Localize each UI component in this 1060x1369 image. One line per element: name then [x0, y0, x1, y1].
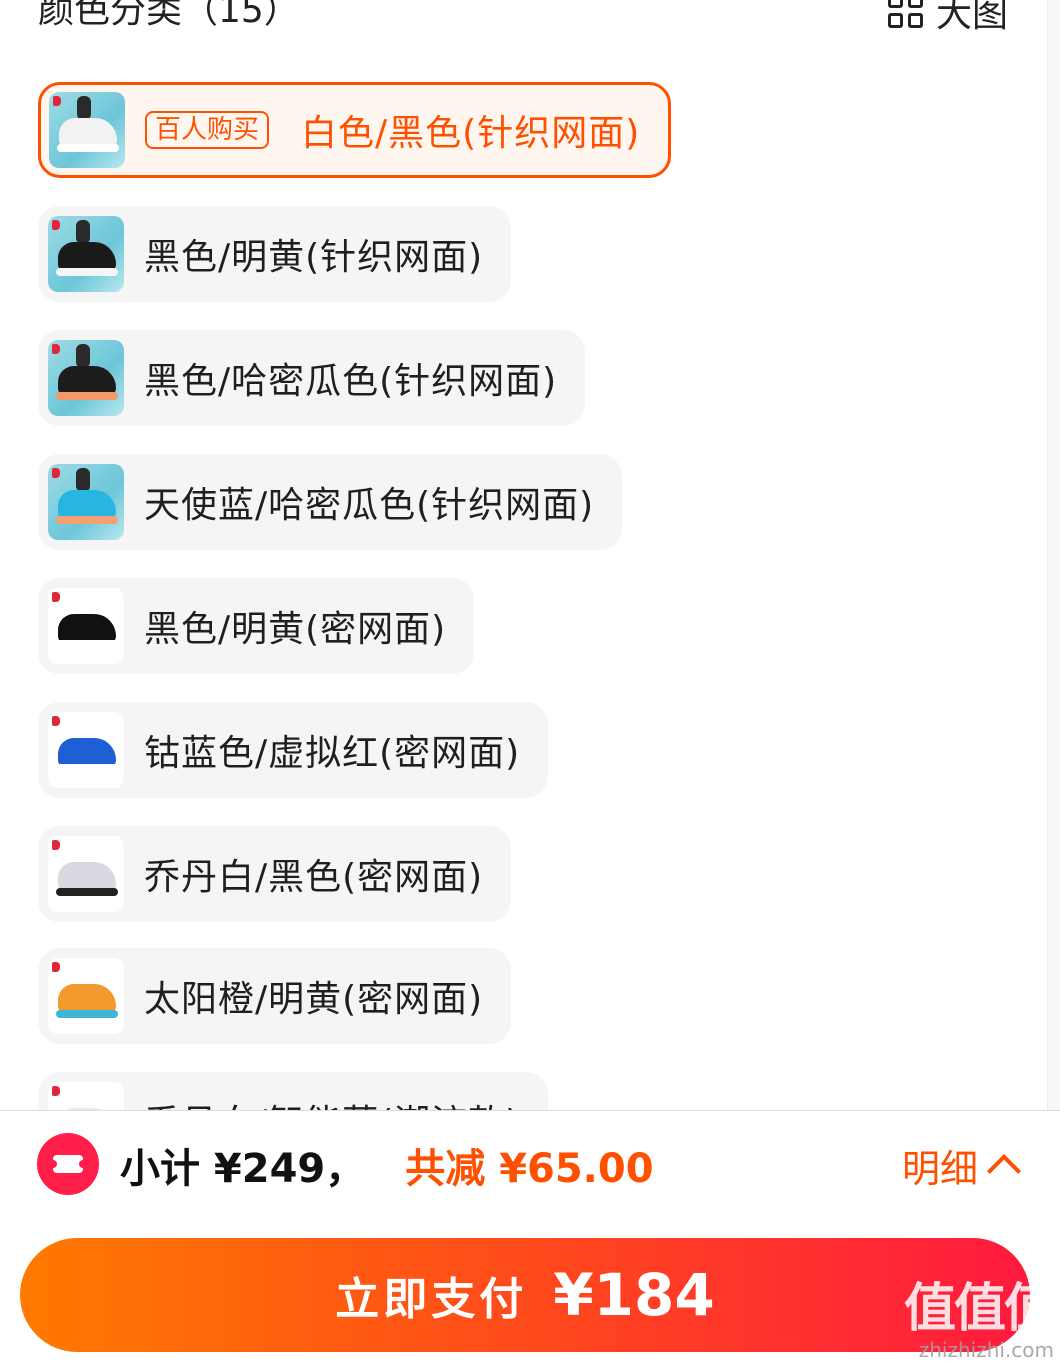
- brand-logo-icon: [52, 1086, 60, 1096]
- option-label: 黑色/哈密瓜色(针织网面): [144, 361, 558, 402]
- option-thumbnail: [48, 588, 124, 664]
- option-thumbnail: [48, 836, 124, 912]
- shoe-sole-icon: [56, 268, 118, 276]
- site-watermark: 值值值 zhizhizhi.com: [904, 1279, 1056, 1362]
- shoe-sole-icon: [56, 764, 118, 772]
- color-option[interactable]: 黑色/明黄(密网面): [38, 578, 475, 674]
- option-label: 黑色/明黄(针织网面): [144, 237, 484, 278]
- brand-logo-icon: [52, 962, 60, 972]
- price-detail-toggle[interactable]: 明细: [901, 1138, 1021, 1192]
- option-label: 天使蓝/哈密瓜色(针织网面): [144, 485, 595, 526]
- brand-logo-icon: [52, 220, 60, 230]
- color-option[interactable]: 黑色/哈密瓜色(针织网面): [38, 330, 586, 426]
- color-option[interactable]: 太阳橙/明黄(密网面): [38, 948, 512, 1044]
- watermark-logo: 值值值: [904, 1279, 1056, 1339]
- hand-icon: [76, 468, 90, 492]
- large-image-toggle[interactable]: 大图: [886, 0, 1008, 36]
- option-label: 黑色/明黄(密网面): [144, 609, 447, 650]
- hand-icon: [77, 96, 91, 120]
- brand-logo-icon: [52, 344, 60, 354]
- detail-label: 明细: [901, 1146, 978, 1191]
- pay-now-button[interactable]: 立即支付 ¥184: [20, 1238, 1030, 1352]
- option-thumbnail: [48, 216, 124, 292]
- option-thumbnail: [48, 340, 124, 416]
- subtotal-text: 小计 ¥249，: [120, 1146, 366, 1192]
- option-thumbnail: [49, 92, 125, 168]
- color-option[interactable]: 天使蓝/哈密瓜色(针织网面): [38, 454, 623, 550]
- pay-button-label: 立即支付: [335, 1274, 528, 1325]
- watermark-url: zhizhizhi.com: [918, 1338, 1054, 1362]
- scroll-edge: [1047, 0, 1060, 1110]
- brand-logo-icon: [52, 468, 60, 478]
- shoe-sole-icon: [57, 144, 119, 152]
- shoe-sole-icon: [56, 516, 118, 524]
- color-option[interactable]: 百人购买 白色/黑色(针织网面): [38, 82, 672, 178]
- option-label: 钴蓝色/虚拟红(密网面): [144, 733, 521, 774]
- shoe-sole-icon: [56, 392, 118, 400]
- color-option[interactable]: 黑色/明黄(针织网面): [38, 206, 512, 302]
- color-option[interactable]: 乔丹白/黑色(密网面): [38, 826, 512, 922]
- grid-view-icon: [886, 0, 926, 31]
- color-option[interactable]: 钴蓝色/虚拟红(密网面): [38, 702, 549, 798]
- option-label: 太阳橙/明黄(密网面): [144, 979, 484, 1020]
- option-thumbnail: [48, 958, 124, 1034]
- shoe-sole-icon: [56, 888, 118, 896]
- sku-selector-panel: 颜色分类（15） 大图 百人购买 白色/黑色(针织网面) 黑色/明黄(针织网面)…: [0, 0, 1060, 1369]
- brand-logo-icon: [53, 96, 61, 106]
- pay-amount: ¥184: [553, 1261, 715, 1329]
- price-summary: 小计 ¥249， 共减 ¥65.00: [120, 1138, 654, 1192]
- brand-logo-icon: [52, 840, 60, 850]
- hand-icon: [76, 344, 90, 368]
- coupon-ticket-icon: [37, 1133, 99, 1195]
- popular-badge: 百人购买: [145, 111, 270, 149]
- discount-text: 共减 ¥65.00: [405, 1146, 654, 1192]
- brand-logo-icon: [52, 716, 60, 726]
- brand-logo-icon: [52, 592, 60, 602]
- option-thumbnail: [48, 712, 124, 788]
- chevron-up-icon: [987, 1154, 1021, 1188]
- shoe-sole-icon: [56, 640, 118, 648]
- color-category-title: 颜色分类（15）: [38, 0, 300, 31]
- option-label: 乔丹白/黑色(密网面): [144, 857, 484, 898]
- large-image-toggle-label: 大图: [935, 0, 1008, 35]
- shoe-sole-icon: [56, 1010, 118, 1018]
- hand-icon: [76, 220, 90, 244]
- option-thumbnail: [48, 464, 124, 540]
- option-label: 白色/黑色(针织网面): [301, 113, 641, 154]
